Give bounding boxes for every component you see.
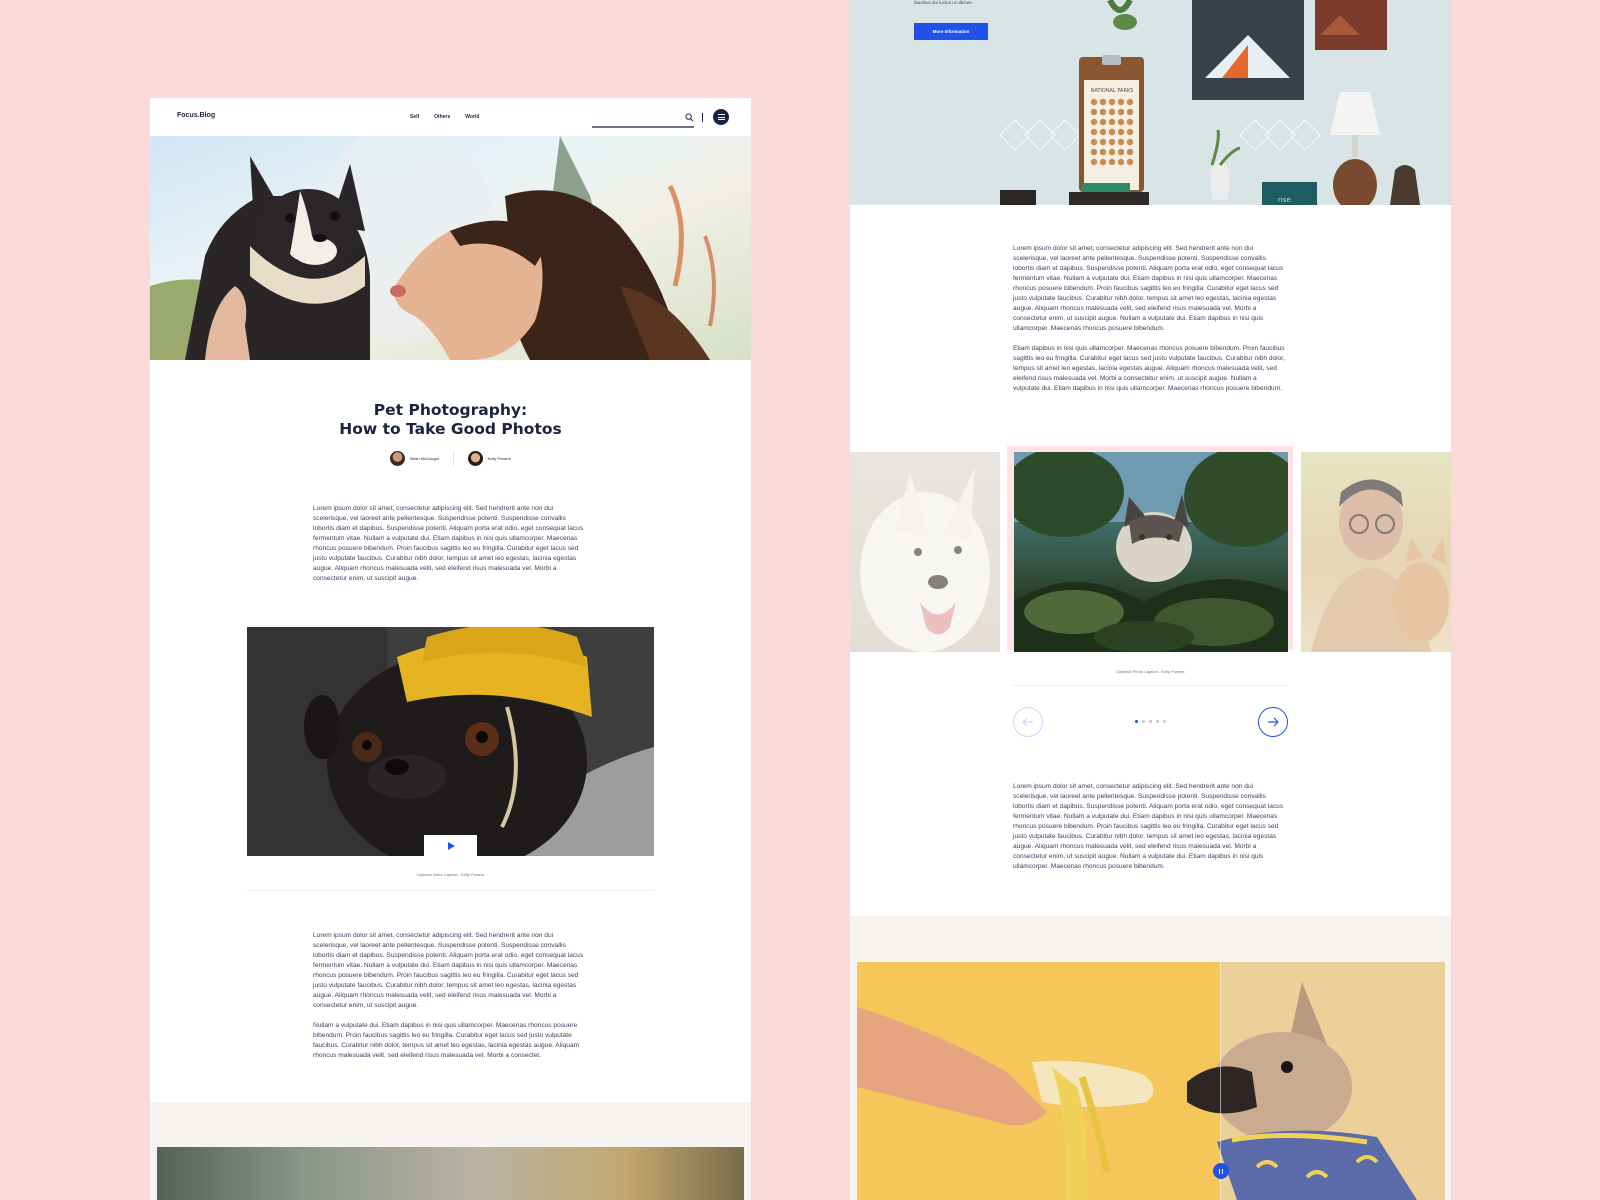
article-page-left: Focus.Blog Self Others World Pet Photogr… — [150, 98, 751, 1200]
more-information-button[interactable]: More Information — [914, 23, 988, 40]
search-input[interactable] — [592, 126, 694, 128]
carousel-dots — [1135, 720, 1166, 723]
slide-man-with-dog — [1311, 479, 1449, 652]
nav-divider — [702, 113, 703, 122]
nav-link-others[interactable]: Others — [434, 114, 450, 120]
author-name: Kelly Powers — [487, 456, 511, 461]
author-name: Brian McDougal — [410, 456, 439, 461]
hero-text: faucibus dui luctus ut ultrices. — [914, 0, 973, 5]
article-paragraph-6: Lorem ipsum dolor sit amet, consectetur … — [1013, 783, 1284, 870]
carousel-dot[interactable] — [1149, 720, 1152, 723]
before-after-image-compare[interactable] — [857, 962, 1445, 1200]
hero-illustration — [150, 136, 716, 360]
nav-links: Self Others World — [410, 114, 479, 120]
article-page-right: NATIONAL PARKS rise faucibus dui luctus … — [850, 0, 1451, 1200]
play-button[interactable] — [424, 835, 477, 856]
carousel-slide-next[interactable] — [1301, 452, 1451, 652]
carousel-dot[interactable] — [1156, 720, 1159, 723]
video-player[interactable] — [247, 627, 654, 856]
carousel-slide-active[interactable] — [1014, 452, 1288, 652]
carousel-prev-button[interactable] — [1013, 707, 1043, 737]
article-paragraph-3: Nullam a vulputate dui. Etiam dapibus in… — [313, 1022, 580, 1059]
poster-label: NATIONAL PARKS — [1091, 88, 1134, 94]
carousel-dot[interactable] — [1163, 720, 1166, 723]
slide-white-dog — [860, 467, 990, 652]
menu-button[interactable] — [713, 109, 729, 125]
nav-link-world[interactable]: World — [465, 114, 479, 120]
hero-image-wall-decor: NATIONAL PARKS rise faucibus dui luctus … — [850, 0, 1451, 205]
slide-cat — [1014, 452, 1288, 652]
compare-handle[interactable] — [1213, 1163, 1229, 1179]
avatar — [390, 451, 406, 466]
play-icon — [447, 841, 455, 850]
carousel-next-button[interactable] — [1258, 707, 1288, 737]
nav-link-self[interactable]: Self — [410, 114, 419, 120]
author-brian[interactable]: Brian McDougal — [390, 451, 439, 466]
authors-row: Brian McDougal Kelly Powers — [150, 451, 751, 466]
video-thumbnail-pug — [247, 627, 654, 856]
hero-image-woman-kissing-dog — [150, 136, 751, 360]
article-title-line1: Pet Photography: — [373, 401, 528, 419]
arrow-left-icon — [1022, 717, 1033, 727]
article-paragraph-5: Etiam dapibus in nisi quis ullamcorper. … — [1013, 345, 1285, 392]
site-logo[interactable]: Focus.Blog — [177, 112, 215, 119]
author-kelly[interactable]: Kelly Powers — [467, 451, 511, 466]
top-nav: Focus.Blog Self Others World — [150, 98, 751, 136]
article-title-line2: How to Take Good Photos — [339, 420, 562, 438]
avatar — [467, 451, 483, 466]
search-icon[interactable] — [685, 113, 694, 122]
compare-handle-icon — [1219, 1168, 1220, 1174]
video-caption: Optional Video Caption - Kelly Powers — [416, 872, 485, 877]
article-paragraph-1: Lorem ipsum dolor sit amet, consectetur … — [313, 505, 584, 582]
bottom-photo-landscape — [157, 1147, 744, 1200]
divider — [247, 890, 654, 891]
carousel-dot[interactable] — [1135, 720, 1138, 723]
author-divider — [452, 451, 454, 466]
arrow-right-icon — [1268, 717, 1279, 727]
menu-icon — [717, 114, 725, 115]
article-paragraph-2: Lorem ipsum dolor sit amet, consectetur … — [313, 932, 584, 1009]
divider — [1013, 685, 1288, 686]
photo-caption: Optional Photo Caption - Kelly Powers — [1116, 669, 1185, 674]
book-label: rise — [1278, 196, 1291, 204]
article-title: Pet Photography: How to Take Good Photos — [150, 401, 751, 439]
carousel-slide-prev[interactable] — [850, 452, 1000, 652]
article-paragraph-4: Lorem ipsum dolor sit amet, consectetur … — [1013, 245, 1284, 332]
carousel-dot[interactable] — [1142, 720, 1145, 723]
compare-illustration-banana-dog — [857, 962, 1445, 1200]
